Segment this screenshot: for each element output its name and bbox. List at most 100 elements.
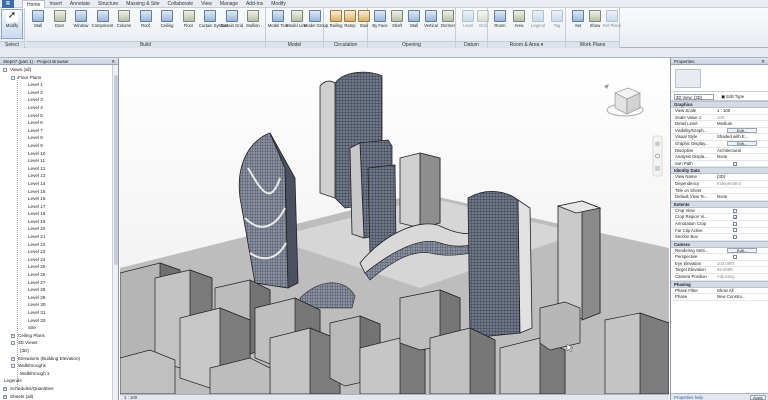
tree-item-level-10[interactable]: Level 10 (0, 150, 118, 158)
tree-item-level-23[interactable]: Level 23 (0, 248, 118, 256)
tree-item-level-16[interactable]: Level 16 (0, 195, 118, 203)
navigation-bar[interactable] (652, 135, 663, 177)
tree-item-level-18[interactable]: Level 18 (0, 210, 118, 218)
tree-item-level-8[interactable]: Level 8 (0, 134, 118, 142)
property-value[interactable] (715, 208, 768, 214)
checkbox[interactable] (733, 208, 737, 213)
tree-item-level-12[interactable]: Level 12 (0, 165, 118, 173)
build-column-button[interactable]: Column (113, 10, 135, 28)
build-mullion-button[interactable]: Mullion (242, 10, 264, 28)
room-area-tag-button[interactable]: Tag (546, 10, 568, 28)
property-value[interactable] (715, 234, 768, 240)
edit-button[interactable]: Edit... (727, 128, 757, 134)
property-value[interactable]: None (715, 194, 768, 200)
project-browser-scrollbar[interactable] (112, 65, 118, 400)
checkbox[interactable] (733, 234, 737, 239)
edit-button[interactable]: Edit... (727, 248, 757, 254)
build-curtain-system-button[interactable]: Curtain System (199, 10, 228, 28)
build-component-button[interactable]: Component (92, 10, 114, 28)
tree-item-level-17[interactable]: Level 17 (0, 203, 118, 211)
build-wall-button[interactable]: Wall (27, 10, 49, 28)
property-value[interactable] (715, 214, 768, 220)
checkbox[interactable] (733, 228, 737, 233)
tree-item-views-all[interactable]: - Views (all) (0, 66, 118, 74)
model-model-group-button[interactable]: Model Group (304, 10, 328, 28)
tree-item-floor-plans[interactable]: - Floor Plans (0, 74, 118, 82)
tree-item-level-5[interactable]: Level 5 (0, 112, 118, 120)
tree-item-level-25[interactable]: Level 25 (0, 263, 118, 271)
collapse-icon[interactable]: - (11, 75, 15, 80)
close-icon[interactable]: ✕ (761, 58, 765, 65)
tree-item-elevations-building-elevation[interactable]: + Elevations (Building Elevation) (0, 355, 118, 363)
checkbox[interactable] (733, 215, 737, 220)
tree-item-walkthroughs[interactable]: - Walkthroughs (0, 362, 118, 370)
tree-item-legends[interactable]: Legends (0, 377, 118, 385)
collapse-icon[interactable]: - (11, 341, 15, 346)
3d-viewport[interactable] (120, 58, 669, 394)
tree-item-level-29[interactable]: Level 29 (0, 294, 118, 302)
close-icon[interactable]: ✕ (111, 58, 115, 65)
build-curtain-grid-button[interactable]: Curtain Grid (221, 10, 243, 28)
tree-item-3d-views[interactable]: -3D Views (0, 339, 118, 347)
property-value[interactable]: Show All (715, 288, 768, 294)
apply-button[interactable]: Apply (750, 395, 766, 400)
checkbox[interactable] (733, 221, 737, 226)
view-options-icon[interactable] (655, 166, 660, 171)
build-ceiling-button[interactable]: Ceiling (156, 10, 178, 28)
tree-item-level-24[interactable]: Level 24 (0, 256, 118, 264)
checkbox[interactable] (733, 161, 737, 166)
property-value[interactable] (715, 221, 768, 227)
tree-item-level-26[interactable]: Level 26 (0, 271, 118, 279)
tree-item-level-3[interactable]: Level 3 (0, 96, 118, 104)
tree-item-level-27[interactable]: Level 27 (0, 279, 118, 287)
tree-item-level-7[interactable]: Level 7 (0, 127, 118, 135)
checkbox[interactable] (733, 255, 737, 260)
tree-item-level-31[interactable]: Level 31 (0, 309, 118, 317)
properties-help-link[interactable]: Properties help (674, 395, 703, 400)
build-door-button[interactable]: Door (49, 10, 71, 28)
expand-icon[interactable]: + (11, 356, 15, 361)
view-scale-label[interactable]: 1 : 100 (124, 395, 137, 400)
tree-item-level-28[interactable]: Level 28 (0, 286, 118, 294)
collapse-icon[interactable]: - (3, 68, 7, 72)
property-value[interactable]: Edit... (715, 128, 768, 134)
property-value[interactable] (715, 161, 768, 167)
steering-wheel-icon[interactable] (655, 141, 660, 147)
edit-type-button[interactable]: ▣ Edit Type (721, 92, 744, 101)
expand-icon[interactable]: + (3, 386, 7, 391)
section-graphics[interactable]: Graphics (671, 101, 768, 108)
tree-item-level-2[interactable]: Level 2 (0, 89, 118, 97)
tree-item-level-21[interactable]: Level 21 (0, 233, 118, 241)
property-value[interactable]: Medium (715, 121, 768, 127)
tree-item-level-4[interactable]: Level 4 (0, 104, 118, 112)
property-value[interactable]: 1 : 100 (715, 108, 768, 114)
property-value[interactable] (715, 254, 768, 260)
tree-item-level-1[interactable]: Level 1 (0, 81, 118, 89)
build-roof-button[interactable]: Roof (135, 10, 157, 28)
tree-item-site[interactable]: Site (0, 324, 118, 332)
property-value[interactable]: Edit... (715, 141, 768, 147)
section-identity-data[interactable]: Identity Data (671, 167, 768, 175)
tree-item-level-22[interactable]: Level 22 (0, 241, 118, 249)
section-camera[interactable]: Camera (671, 240, 768, 248)
tree-item-level-14[interactable]: Level 14 (0, 180, 118, 188)
build-floor-button[interactable]: Floor (178, 10, 200, 28)
tree-item-level-20[interactable]: Level 20 (0, 225, 118, 233)
section-phasing[interactable]: Phasing (671, 280, 768, 288)
work-plane-ref-plane-button[interactable]: Ref Plane (601, 10, 623, 28)
tree-item-ceiling-plans[interactable]: + Ceiling Plans (0, 332, 118, 340)
property-value[interactable]: Architectural (715, 148, 768, 154)
tree-item-level-9[interactable]: Level 9 (0, 142, 118, 150)
tree-item-sheets-all[interactable]: + Sheets (all) (0, 393, 118, 400)
scrollbar-thumb[interactable] (114, 75, 118, 265)
tree-item-level-32[interactable]: Level 32 (0, 317, 118, 325)
tree-item-level-6[interactable]: Level 6 (0, 119, 118, 127)
property-value[interactable]: None (715, 154, 768, 160)
build-window-button[interactable]: Window (70, 10, 92, 28)
tree-item-schedules-quantities[interactable]: + Schedules/Quantities (0, 385, 118, 393)
tree-item-level-30[interactable]: Level 30 (0, 301, 118, 309)
section-extents[interactable]: Extents (671, 200, 768, 208)
property-value[interactable]: {3D} (715, 174, 768, 180)
type-selector[interactable]: 3D View: {3D} (674, 93, 714, 100)
tree-item-3d[interactable]: {3D} (0, 347, 118, 355)
